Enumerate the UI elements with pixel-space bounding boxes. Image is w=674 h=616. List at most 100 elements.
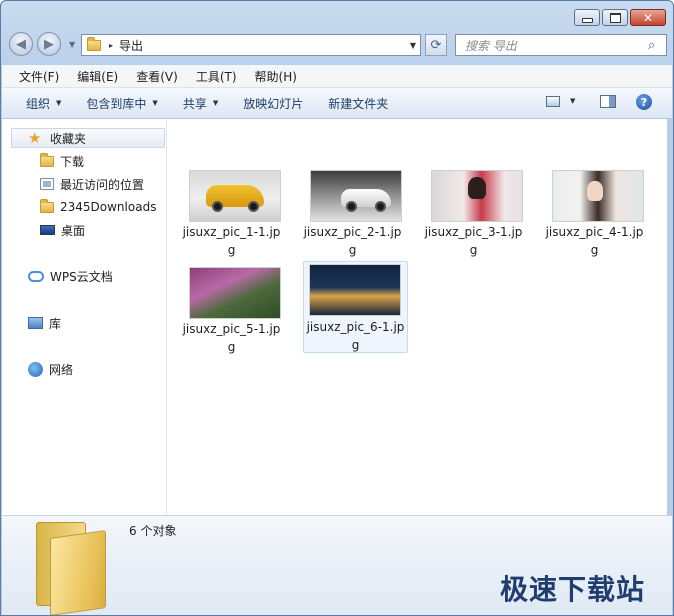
file-name: jisuxz_pic_1-1.jpg bbox=[182, 225, 281, 257]
refresh-button[interactable]: ⟳ bbox=[425, 34, 447, 56]
breadcrumb-separator-icon[interactable]: ▸ bbox=[109, 41, 113, 50]
desktop-icon bbox=[40, 225, 55, 235]
include-in-library-button[interactable]: 包含到库中 ▼ bbox=[86, 95, 157, 112]
cloud-icon bbox=[28, 270, 44, 282]
menu-view[interactable]: 查看(V) bbox=[121, 68, 181, 85]
preview-pane-icon[interactable] bbox=[600, 95, 616, 108]
back-arrow-icon: ◀ bbox=[16, 36, 26, 52]
organize-label: 组织 bbox=[26, 96, 51, 111]
sidebar-item-label: 收藏夹 bbox=[50, 131, 87, 146]
navigation-pane: ★ 收藏夹 下载 最近访问的位置 2345Downloads 桌面 WPS云文档… bbox=[2, 119, 167, 515]
star-icon: ★ bbox=[28, 129, 42, 147]
new-folder-label: 新建文件夹 bbox=[328, 96, 389, 111]
wheel-shape bbox=[248, 201, 259, 212]
command-bar: 组织 ▼ 包含到库中 ▼ 共享 ▼ 放映幻灯片 新建文件夹 ▼ ? bbox=[2, 88, 672, 119]
sidebar-item-label: 最近访问的位置 bbox=[60, 177, 145, 192]
new-folder-button[interactable]: 新建文件夹 bbox=[328, 95, 388, 112]
minimize-button[interactable] bbox=[574, 9, 600, 26]
breadcrumb-current[interactable]: 导出 bbox=[119, 37, 406, 54]
change-view-icon[interactable] bbox=[546, 96, 560, 107]
image-thumbnail bbox=[309, 264, 401, 316]
image-thumbnail bbox=[189, 267, 281, 319]
caption-buttons: ✕ bbox=[572, 9, 666, 26]
explorer-window: ✕ ◀ ▶ ▼ ▸ 导出 ▼ ⟳ 搜索 导出 ⌕ 文件(F) 编辑(E) 查看(… bbox=[0, 0, 674, 616]
sidebar-item-label: 桌面 bbox=[61, 223, 86, 238]
maximize-icon bbox=[609, 12, 621, 23]
sidebar-item-network[interactable]: 网络 bbox=[28, 359, 73, 379]
image-thumbnail bbox=[552, 170, 644, 222]
slideshow-button[interactable]: 放映幻灯片 bbox=[243, 95, 303, 112]
image-thumbnail bbox=[431, 170, 523, 222]
folder-icon bbox=[87, 37, 101, 51]
sidebar-item-label: 2345Downloads bbox=[60, 200, 157, 214]
person-shape bbox=[468, 177, 486, 199]
file-name: jisuxz_pic_6-1.jpg bbox=[306, 320, 405, 352]
chevron-down-icon: ▼ bbox=[212, 99, 219, 107]
maximize-button[interactable] bbox=[602, 9, 628, 26]
sidebar-item-recent-places[interactable]: 最近访问的位置 bbox=[40, 174, 144, 194]
file-name: jisuxz_pic_3-1.jpg bbox=[424, 225, 523, 257]
file-name: jisuxz_pic_2-1.jpg bbox=[303, 225, 402, 257]
sidebar-item-label: 库 bbox=[49, 316, 62, 331]
sidebar-item-favorites[interactable]: ★ 收藏夹 bbox=[11, 128, 165, 148]
file-item[interactable]: jisuxz_pic_3-1.jpg bbox=[421, 164, 526, 257]
sidebar-item-label: 下载 bbox=[60, 154, 85, 169]
item-count: 6 个对象 bbox=[129, 524, 177, 538]
help-icon-glyph: ? bbox=[640, 95, 648, 109]
file-item[interactable]: jisuxz_pic_2-1.jpg bbox=[300, 164, 405, 257]
close-button[interactable]: ✕ bbox=[630, 9, 666, 26]
slideshow-label: 放映幻灯片 bbox=[243, 96, 304, 111]
folder-front-shape bbox=[50, 530, 106, 615]
share-label: 共享 bbox=[182, 96, 207, 111]
folder-icon bbox=[40, 199, 54, 213]
recent-pages-dropdown[interactable]: ▼ bbox=[69, 40, 75, 49]
person-shape bbox=[587, 181, 603, 201]
sidebar-item-desktop[interactable]: 桌面 bbox=[40, 220, 85, 240]
file-item[interactable]: jisuxz_pic_4-1.jpg bbox=[542, 164, 647, 257]
back-button[interactable]: ◀ bbox=[9, 32, 33, 56]
file-name: jisuxz_pic_4-1.jpg bbox=[545, 225, 644, 257]
address-dropdown-icon[interactable]: ▼ bbox=[406, 41, 420, 50]
network-icon bbox=[28, 361, 43, 377]
menu-bar: 文件(F) 编辑(E) 查看(V) 工具(T) 帮助(H) bbox=[2, 65, 672, 88]
file-item[interactable]: jisuxz_pic_5-1.jpg bbox=[179, 261, 284, 354]
menu-help[interactable]: 帮助(H) bbox=[240, 68, 300, 85]
menu-edit[interactable]: 编辑(E) bbox=[62, 68, 121, 85]
library-icon bbox=[28, 317, 43, 329]
forward-arrow-icon: ▶ bbox=[44, 36, 54, 52]
view-options-chevron-icon[interactable]: ▼ bbox=[570, 97, 575, 105]
refresh-icon: ⟳ bbox=[430, 37, 442, 53]
menu-file[interactable]: 文件(F) bbox=[2, 68, 62, 85]
sidebar-item-downloads[interactable]: 下载 bbox=[40, 151, 84, 171]
watermark-logo: 极速下载站 bbox=[500, 573, 646, 606]
wheel-shape bbox=[346, 201, 357, 212]
file-name: jisuxz_pic_5-1.jpg bbox=[182, 322, 281, 354]
wheel-shape bbox=[212, 201, 223, 212]
sidebar-item-2345downloads[interactable]: 2345Downloads bbox=[40, 197, 156, 217]
menu-tools[interactable]: 工具(T) bbox=[181, 68, 240, 85]
image-thumbnail bbox=[189, 170, 281, 222]
sidebar-item-label: 网络 bbox=[49, 362, 74, 377]
minimize-icon bbox=[581, 18, 593, 23]
close-icon: ✕ bbox=[642, 10, 654, 25]
chevron-down-icon: ▼ bbox=[56, 99, 62, 107]
search-icon[interactable]: ⌕ bbox=[648, 38, 666, 53]
sidebar-item-wps-cloud[interactable]: WPS云文档 bbox=[28, 266, 113, 286]
file-item[interactable]: jisuxz_pic_1-1.jpg bbox=[179, 164, 284, 257]
help-icon[interactable]: ? bbox=[636, 94, 652, 110]
wheel-shape bbox=[375, 201, 386, 212]
search-box[interactable]: 搜索 导出 ⌕ bbox=[455, 34, 667, 56]
file-list: jisuxz_pic_1-1.jpg jisuxz_pic_2-1.jpg ji… bbox=[167, 119, 667, 515]
organize-button[interactable]: 组织 ▼ bbox=[26, 95, 61, 112]
downloads-folder-icon bbox=[40, 153, 54, 167]
file-item-selected[interactable]: jisuxz_pic_6-1.jpg bbox=[303, 261, 408, 353]
address-bar[interactable]: ▸ 导出 ▼ bbox=[81, 34, 421, 56]
image-thumbnail bbox=[310, 170, 402, 222]
share-button[interactable]: 共享 ▼ bbox=[183, 95, 218, 112]
sidebar-item-label: WPS云文档 bbox=[50, 269, 113, 284]
search-input[interactable]: 搜索 导出 bbox=[456, 37, 648, 54]
folder-icon bbox=[32, 522, 112, 615]
navigation-row: ◀ ▶ ▼ ▸ 导出 ▼ ⟳ 搜索 导出 ⌕ bbox=[9, 31, 667, 59]
sidebar-item-libraries[interactable]: 库 bbox=[28, 313, 61, 333]
forward-button[interactable]: ▶ bbox=[37, 32, 61, 56]
